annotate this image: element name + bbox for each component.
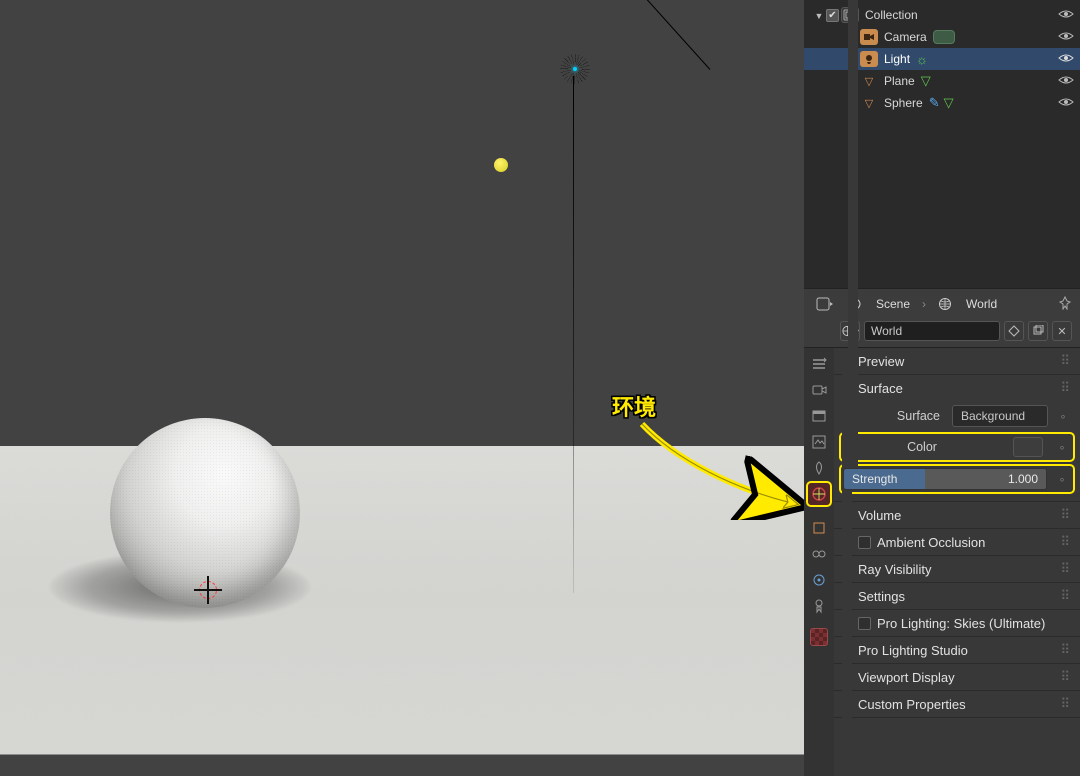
strength-label: Strength	[852, 472, 897, 486]
surface-strength-row: Strength 1.000	[842, 467, 1072, 491]
unlink-world-button[interactable]: ✕	[1052, 321, 1072, 341]
node-socket-icon[interactable]	[1053, 436, 1071, 458]
panel-header-prostudio[interactable]: Pro Lighting Studio ⠿	[834, 637, 1080, 663]
physics-tab[interactable]	[807, 568, 831, 592]
panel-volume: Volume ⠿	[834, 502, 1080, 529]
properties-body: Preview ⠿ Surface ⠿ Surface Background	[804, 348, 1080, 776]
outliner[interactable]: Collection Camera	[804, 0, 1080, 288]
outliner-item-camera[interactable]: Camera	[804, 26, 1080, 48]
panel-grip-icon[interactable]: ⠿	[1060, 642, 1072, 658]
surface-color-swatch[interactable]	[1013, 437, 1043, 457]
world-icon[interactable]	[934, 294, 956, 314]
visibility-toggle[interactable]	[1058, 96, 1074, 111]
visibility-toggle[interactable]	[1058, 30, 1074, 45]
panel-label: Viewport Display	[858, 670, 955, 685]
panel-pro-skies: Pro Lighting: Skies (Ultimate)	[834, 610, 1080, 637]
panel-grip-icon[interactable]: ⠿	[1060, 669, 1072, 685]
panel-viewport-display: Viewport Display ⠿	[834, 664, 1080, 691]
annotation-label: 环境	[612, 390, 656, 422]
surface-strength-slider[interactable]: Strength 1.000	[843, 468, 1047, 490]
panel-label: Ray Visibility	[858, 562, 931, 577]
ao-checkbox[interactable]	[858, 536, 871, 549]
outliner-item-label: Sphere	[884, 96, 923, 110]
panel-header-custom[interactable]: Custom Properties ⠿	[834, 691, 1080, 717]
panel-header-ao[interactable]: Ambient Occlusion ⠿	[834, 529, 1080, 555]
properties-tab-rail	[804, 348, 834, 776]
camera-data-badge	[933, 30, 955, 44]
light-origin-dot	[494, 158, 508, 172]
scene-tab[interactable]	[807, 456, 831, 480]
collection-checkbox[interactable]	[826, 9, 839, 22]
viewlayer-tab[interactable]	[807, 430, 831, 454]
objectdata-tab[interactable]	[807, 594, 831, 618]
panel-label: Settings	[858, 589, 905, 604]
mesh-data-icon: ▽	[944, 95, 954, 111]
panel-header-viewport[interactable]: Viewport Display ⠿	[834, 664, 1080, 690]
panel-label: Pro Lighting Studio	[858, 643, 968, 658]
panel-grip-icon[interactable]: ⠿	[1060, 507, 1072, 523]
visibility-toggle[interactable]	[1058, 74, 1074, 89]
node-socket-icon[interactable]	[1054, 405, 1072, 427]
panel-label: Custom Properties	[858, 697, 966, 712]
visibility-toggle[interactable]	[1058, 52, 1074, 67]
cursor-3d	[196, 578, 220, 602]
light-vertical-line	[573, 76, 574, 593]
panel-grip-icon[interactable]: ⠿	[1060, 588, 1072, 604]
breadcrumb-world[interactable]: World	[962, 294, 1001, 314]
pin-icon[interactable]	[1058, 296, 1072, 313]
panel-header-proskies[interactable]: Pro Lighting: Skies (Ultimate)	[834, 610, 1080, 636]
panel-header-volume[interactable]: Volume ⠿	[834, 502, 1080, 528]
panel-header-ray[interactable]: Ray Visibility ⠿	[834, 556, 1080, 582]
panel-custom-properties: Custom Properties ⠿	[834, 691, 1080, 718]
panel-settings: Settings ⠿	[834, 583, 1080, 610]
constraints-tab[interactable]	[807, 542, 831, 566]
fake-user-button[interactable]	[1004, 321, 1024, 341]
viewport-3d[interactable]: 环境	[0, 0, 804, 776]
panel-grip-icon[interactable]: ⠿	[1060, 534, 1072, 550]
outliner-item-sphere[interactable]: ▽ Sphere ✎ ▽	[804, 92, 1080, 114]
editor-type-button[interactable]	[812, 294, 838, 314]
panel-header-settings[interactable]: Settings ⠿	[834, 583, 1080, 609]
node-socket-icon[interactable]	[1053, 468, 1071, 490]
texture-tab[interactable]	[810, 628, 828, 646]
panel-label: Volume	[858, 508, 901, 523]
disclosure-triangle-icon[interactable]	[848, 0, 858, 491]
outliner-item-light[interactable]: Light ☼	[804, 48, 1080, 70]
strength-value: 1.000	[1008, 472, 1038, 486]
render-tab[interactable]	[807, 378, 831, 402]
modifier-icon: ✎	[929, 95, 940, 111]
new-world-button[interactable]	[1028, 321, 1048, 341]
proskies-checkbox[interactable]	[858, 617, 871, 630]
disclosure-triangle-icon[interactable]	[814, 8, 824, 22]
panel-label: Pro Lighting: Skies (Ultimate)	[877, 616, 1045, 631]
mesh-icon: ▽	[860, 95, 878, 111]
properties-header: Scene World ▾ World ✕	[804, 288, 1080, 348]
tool-settings-tab[interactable]	[807, 352, 831, 376]
panel-ray-visibility: Ray Visibility ⠿	[834, 556, 1080, 583]
surface-shader-value[interactable]: Background	[952, 405, 1048, 427]
panel-label: Ambient Occlusion	[877, 535, 985, 550]
sun-light-gizmo[interactable]	[560, 54, 590, 84]
object-tab[interactable]	[807, 516, 831, 540]
outliner-collection-row[interactable]: Collection	[804, 4, 1080, 26]
panel-grip-icon[interactable]: ⠿	[1060, 561, 1072, 577]
breadcrumb: Scene World	[804, 289, 1080, 319]
panel-ambient-occlusion: Ambient Occlusion ⠿	[834, 529, 1080, 556]
output-tab[interactable]	[807, 404, 831, 428]
panel-grip-icon[interactable]: ⠿	[1060, 380, 1072, 396]
visibility-toggle[interactable]	[1058, 8, 1074, 23]
panel-grip-icon[interactable]: ⠿	[1060, 696, 1072, 712]
panel-pro-studio: Pro Lighting Studio ⠿	[834, 637, 1080, 664]
outliner-item-plane[interactable]: ▽ Plane ▽	[804, 70, 1080, 92]
world-tab[interactable]	[807, 482, 831, 506]
right-panel: Collection Camera	[804, 0, 1080, 776]
world-datablock-row: ▾ World ✕	[804, 319, 1080, 347]
panel-grip-icon[interactable]: ⠿	[1060, 353, 1072, 369]
